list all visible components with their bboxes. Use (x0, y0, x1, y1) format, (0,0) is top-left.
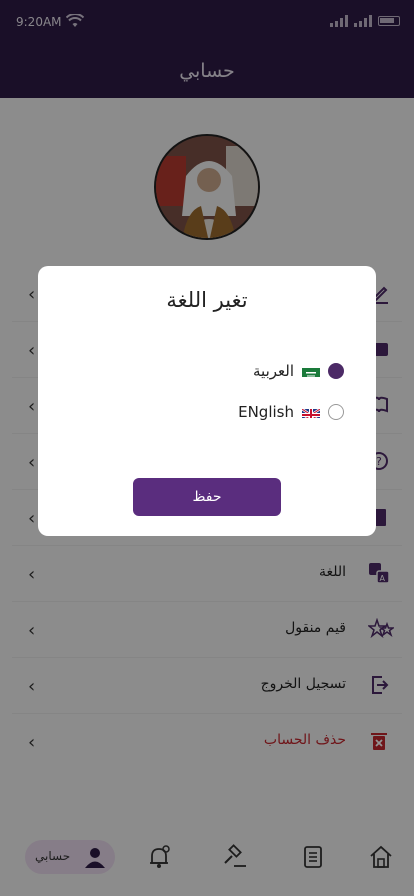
dialog-title: تغير اللغة (166, 288, 248, 312)
save-button[interactable]: حفظ (133, 478, 281, 516)
language-dialog: تغير اللغة العربية ENglish حفظ (38, 266, 376, 536)
uk-flag-icon (302, 406, 320, 418)
language-option-arabic[interactable]: العربية (253, 359, 344, 383)
language-option-english[interactable]: ENglish (238, 400, 344, 424)
option-label: ENglish (238, 403, 294, 421)
radio-button[interactable] (328, 404, 344, 420)
radio-button-selected[interactable] (328, 363, 344, 379)
option-label: العربية (253, 362, 294, 380)
saudi-flag-icon (302, 365, 320, 377)
